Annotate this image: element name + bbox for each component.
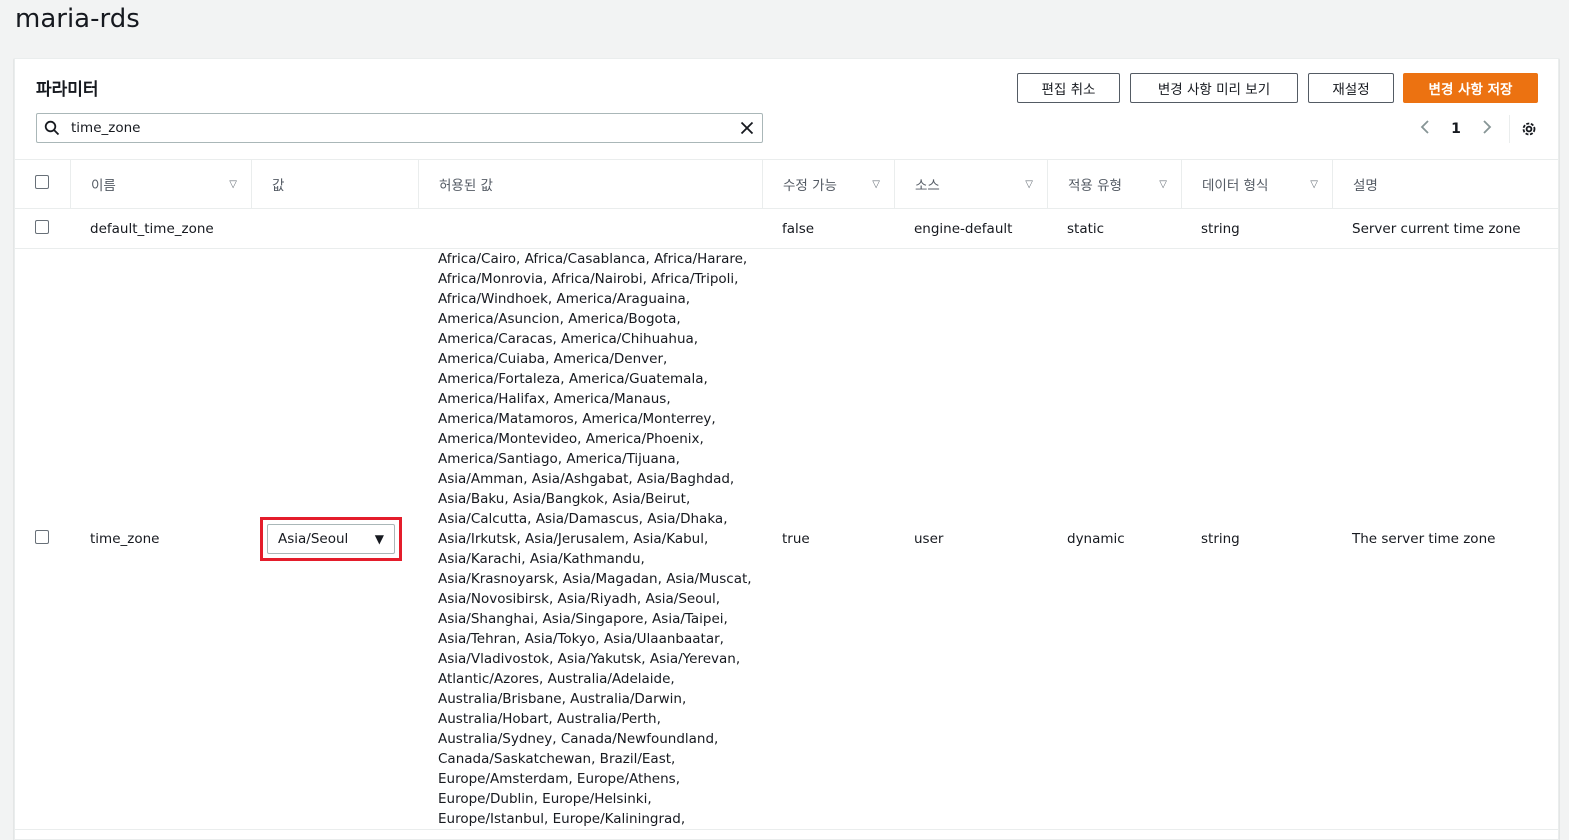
cancel-edit-button[interactable]: 편집 취소 [1017, 73, 1120, 103]
sort-icon: ▽ [229, 178, 237, 190]
param-name: default_time_zone [70, 208, 251, 249]
param-allowed [418, 208, 762, 249]
highlight-box: Asia/Seoul ▼ [260, 517, 402, 561]
param-modifiable: true [762, 248, 894, 830]
sort-icon: ▽ [872, 178, 880, 190]
parameters-table: 이름 ▽ 값 허용된 값 수정 가능 ▽ 소스 ▽ 적용 유형 ▽ 데이터 형식 ▽ 설명… [15, 159, 1558, 830]
value-select[interactable]: Asia/Seoul ▼ [267, 524, 395, 554]
next-page-icon[interactable] [1473, 119, 1501, 139]
parameters-panel: 파라미터 편집 취소 변경 사항 미리 보기 재설정 변경 사항 저장 1 [14, 58, 1559, 840]
search-input[interactable] [67, 120, 732, 136]
sort-icon: ▽ [1310, 178, 1318, 190]
table-row[interactable]: time_zone Asia/Seoul ▼ Africa/Cairo, Afr… [15, 248, 1558, 830]
param-description: The server time zone [1332, 248, 1558, 830]
column-header-apply-type[interactable]: 적용 유형 ▽ [1047, 160, 1181, 208]
param-source: user [894, 248, 1047, 830]
clear-search-icon[interactable] [732, 121, 762, 135]
column-header-allowed: 허용된 값 [418, 160, 762, 208]
settings-gear-icon[interactable] [1520, 120, 1538, 138]
search-field[interactable] [36, 113, 763, 143]
sort-icon: ▽ [1159, 178, 1167, 190]
current-page[interactable]: 1 [1439, 121, 1473, 137]
panel-title: 파라미터 [36, 80, 99, 100]
param-description: Server current time zone [1332, 208, 1558, 249]
page-title: maria-rds [15, 4, 140, 34]
column-header-source[interactable]: 소스 ▽ [894, 160, 1047, 208]
param-allowed: Africa/Cairo, Africa/Casablanca, Africa/… [418, 248, 762, 830]
column-header-name[interactable]: 이름 ▽ [70, 160, 251, 208]
table-header-row: 이름 ▽ 값 허용된 값 수정 가능 ▽ 소스 ▽ 적용 유형 ▽ 데이터 형식 ▽ 설명 [15, 159, 1558, 209]
column-header-modifiable[interactable]: 수정 가능 ▽ [762, 160, 894, 208]
caret-down-icon: ▼ [374, 532, 384, 546]
param-source: engine-default [894, 208, 1047, 249]
param-value [251, 208, 418, 249]
param-data-type: string [1181, 248, 1332, 830]
row-checkbox[interactable] [35, 219, 49, 234]
save-changes-button[interactable]: 변경 사항 저장 [1403, 73, 1538, 103]
search-icon [37, 120, 67, 136]
pagination: 1 [1411, 115, 1538, 143]
param-modifiable: false [762, 208, 894, 249]
row-checkbox[interactable] [35, 530, 49, 544]
prev-page-icon[interactable] [1411, 119, 1439, 139]
column-header-description: 설명 [1332, 160, 1558, 208]
pager-divider [1509, 115, 1510, 143]
param-apply-type: dynamic [1047, 248, 1181, 830]
sort-icon: ▽ [1025, 178, 1033, 190]
reset-button[interactable]: 재설정 [1308, 73, 1394, 103]
column-header-data-type[interactable]: 데이터 형식 ▽ [1181, 160, 1332, 208]
select-all-checkbox[interactable] [35, 175, 49, 189]
param-value-cell: Asia/Seoul ▼ [251, 248, 418, 830]
preview-changes-button[interactable]: 변경 사항 미리 보기 [1130, 73, 1298, 103]
value-select-label: Asia/Seoul [278, 531, 349, 547]
param-name: time_zone [70, 248, 251, 830]
column-header-value: 값 [251, 160, 418, 208]
table-row[interactable]: default_time_zone false engine-default s… [15, 208, 1558, 249]
param-data-type: string [1181, 208, 1332, 249]
param-apply-type: static [1047, 208, 1181, 249]
